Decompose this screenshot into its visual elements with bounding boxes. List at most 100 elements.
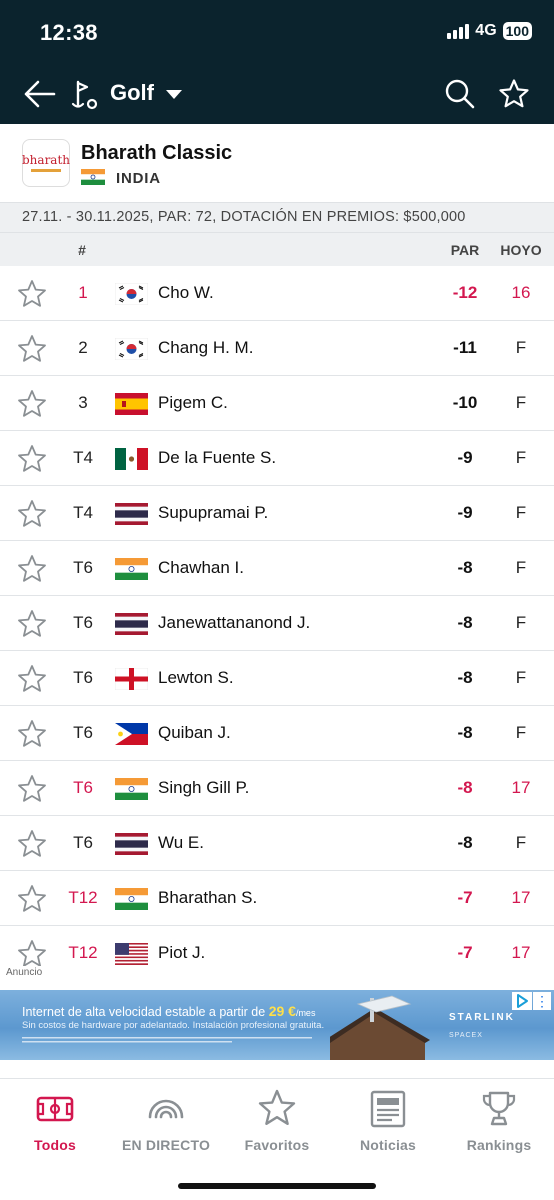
news-icon [370, 1090, 406, 1128]
leaderboard-row[interactable]: T12 Bharathan S. -7 17 [0, 871, 554, 926]
leaderboard-row[interactable]: T6 Wu E. -8 F [0, 816, 554, 871]
player-score: -8 [457, 668, 473, 687]
search-icon [445, 79, 475, 109]
ad-price-unit: /mes [295, 1008, 316, 1018]
favorite-player-button[interactable] [17, 499, 47, 529]
player-name: De la Fuente S. [158, 448, 277, 467]
mexico-flag-icon [115, 448, 148, 470]
favorite-player-button[interactable] [17, 884, 47, 914]
player-score: -11 [453, 338, 477, 357]
star-outline-icon [18, 775, 46, 802]
tab-favoritos[interactable]: Favoritos [222, 1089, 332, 1159]
tab-label: EN DIRECTO [121, 1137, 211, 1153]
leaderboard-row[interactable]: 2 Chang H. M. -11 F [0, 321, 554, 376]
golf-icon[interactable] [68, 78, 102, 112]
player-position: 1 [78, 283, 88, 302]
tournament-logo: bharath [22, 139, 70, 187]
search-button[interactable] [444, 78, 476, 110]
tournament-header: bharath Bharath Classic INDIA [0, 124, 554, 202]
ad-banner[interactable]: Internet de alta velocidad estable a par… [0, 990, 554, 1060]
ad-label: Anuncio [6, 967, 43, 978]
ad-close-icon[interactable]: ⋮ [533, 992, 551, 1010]
player-score: -8 [457, 723, 473, 742]
favorite-player-button[interactable] [17, 939, 47, 966]
player-score: -7 [457, 888, 473, 907]
korea-flag-icon [115, 338, 148, 360]
leaderboard-row[interactable]: 1 Cho W. -12 16 [0, 266, 554, 321]
ad-house-image [330, 995, 430, 1060]
player-hole: F [515, 613, 527, 632]
signal-icon [447, 23, 470, 39]
ad-brand: STARLINK [449, 1012, 515, 1023]
favorite-player-button[interactable] [17, 719, 47, 749]
tab-noticias[interactable]: Noticias [333, 1089, 443, 1159]
ad-headline: Internet de alta velocidad estable a par… [22, 1003, 316, 1019]
favorite-player-button[interactable] [17, 389, 47, 419]
battery-icon: 100 [502, 22, 532, 40]
player-hole: F [515, 833, 527, 852]
app-header: 12:38 4G 100 Golf [0, 0, 554, 124]
player-hole: 17 [511, 943, 531, 962]
sport-selector-label[interactable]: Golf [110, 80, 154, 106]
favorite-tournament-button[interactable] [498, 78, 530, 110]
player-score: -10 [452, 393, 478, 412]
caret-down-icon[interactable] [164, 84, 184, 104]
favorite-player-button[interactable] [17, 444, 47, 474]
india-flag-icon [81, 169, 105, 185]
leaderboard-row[interactable]: T6 Singh Gill P. -8 17 [0, 761, 554, 816]
tab-todos[interactable]: Todos [0, 1089, 110, 1159]
status-time: 12:38 [40, 20, 98, 45]
favorite-player-button[interactable] [17, 609, 47, 639]
leaderboard-row[interactable]: T6 Chawhan I. -8 F [0, 541, 554, 596]
leaderboard-row[interactable]: T4 Supupramai P. -9 F [0, 486, 554, 541]
player-score: -8 [457, 778, 473, 797]
trophy-icon [482, 1091, 516, 1126]
leaderboard-row[interactable]: T6 Lewton S. -8 F [0, 651, 554, 706]
status-indicators: 4G 100 [447, 22, 532, 40]
tab-label: Rankings [466, 1137, 532, 1153]
star-outline-icon [18, 280, 46, 307]
star-outline-icon [18, 445, 46, 472]
arrow-left-icon [24, 80, 56, 108]
player-hole: F [515, 338, 527, 357]
favorite-player-button[interactable] [17, 334, 47, 364]
back-button[interactable] [22, 78, 58, 110]
tab-label: Favoritos [244, 1137, 310, 1153]
adchoices-icon[interactable] [512, 992, 532, 1010]
player-hole: 16 [511, 283, 531, 302]
tournament-name: Bharath Classic [81, 142, 233, 164]
tournament-info-bar: 27.11. - 30.11.2025, PAR: 72, DOTACIÓN E… [0, 202, 554, 232]
favorite-player-button[interactable] [17, 774, 47, 804]
favorite-player-button[interactable] [17, 664, 47, 694]
leaderboard-row[interactable]: T4 De la Fuente S. -9 F [0, 431, 554, 486]
ad-subtext: Sin costos de hardware por adelantado. I… [22, 1020, 325, 1031]
player-hole: F [515, 503, 527, 522]
player-name: Chawhan I. [158, 558, 244, 577]
leaderboard-row[interactable]: T6 Janewattananond J. -8 F [0, 596, 554, 651]
star-outline-icon [18, 885, 46, 912]
star-outline-icon [499, 79, 529, 108]
favorite-player-button[interactable] [17, 554, 47, 584]
tab-en-directo[interactable]: EN DIRECTO [111, 1089, 221, 1159]
player-hole: F [515, 723, 527, 742]
tab-label: Todos [34, 1137, 76, 1153]
player-position: T6 [73, 613, 93, 632]
leaderboard-row[interactable]: T6 Quiban J. -8 F [0, 706, 554, 761]
favorite-player-button[interactable] [17, 829, 47, 859]
player-name: Bharathan S. [158, 888, 258, 907]
tab-rankings[interactable]: Rankings [444, 1089, 554, 1159]
favorite-player-button[interactable] [17, 279, 47, 309]
player-score: -9 [457, 503, 473, 522]
star-outline-icon [18, 335, 46, 362]
player-name: Lewton S. [158, 668, 234, 687]
player-position: T6 [73, 558, 93, 577]
leaderboard-row[interactable]: T12 Piot J. -7 17 [0, 926, 554, 966]
ad-fine-print [22, 1037, 312, 1043]
thailand-flag-icon [115, 503, 148, 525]
leaderboard-row[interactable]: 3 Pigem C. -10 F [0, 376, 554, 431]
home-indicator [178, 1183, 376, 1189]
tournament-country: INDIA [116, 170, 161, 187]
tournament-info: 27.11. - 30.11.2025, PAR: 72, DOTACIÓN E… [22, 209, 466, 225]
star-outline-icon [18, 830, 46, 857]
leaderboard: 1 Cho W. -12 16 2 Chang H. M. -11 F 3 Pigem C. -10… [0, 266, 554, 966]
